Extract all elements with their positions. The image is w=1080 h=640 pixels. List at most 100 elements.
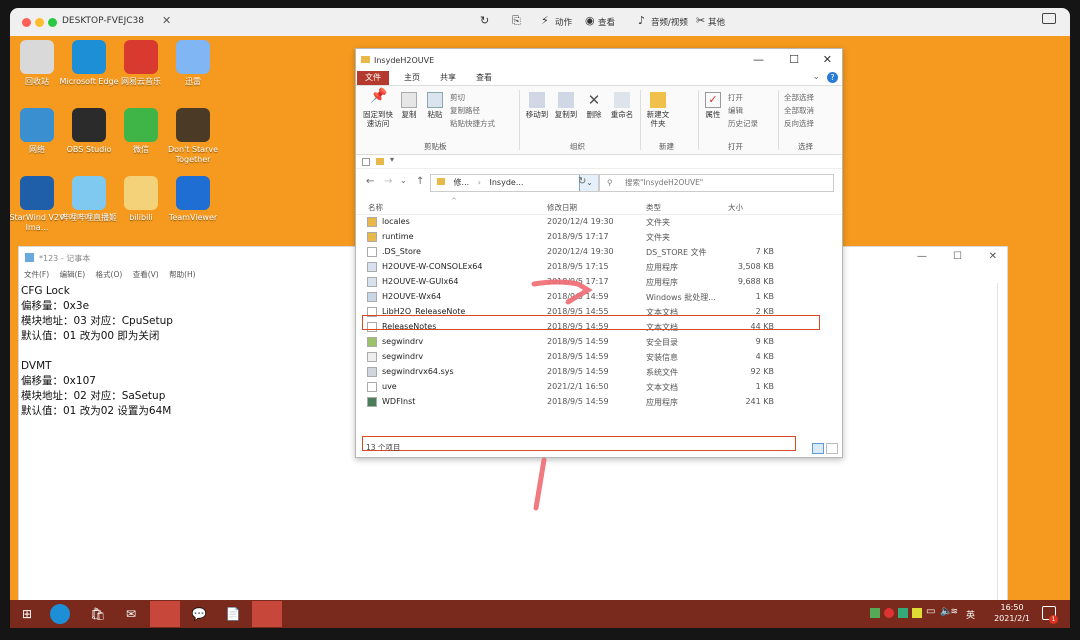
ribbon-collapse-icon[interactable]: ⌄ (812, 72, 820, 82)
copy-button[interactable]: 复制 (398, 92, 420, 119)
session-close-icon[interactable]: ✕ (162, 14, 171, 27)
other-menu[interactable]: 其他 (708, 16, 725, 28)
refresh-icon[interactable]: ↻ (578, 176, 586, 187)
menu-format[interactable]: 格式(O) (96, 270, 123, 279)
close-dot[interactable] (22, 18, 31, 27)
netease-tray-icon[interactable] (884, 608, 894, 618)
wifi-icon[interactable]: ≋ (950, 607, 958, 617)
desktop-icon[interactable]: 微信 (111, 108, 171, 155)
move-to-button[interactable]: 移动到 (523, 92, 551, 119)
file-row[interactable]: segwindrvx64.sys 2018/9/5 14:59 系统文件 92 KB (356, 365, 842, 380)
column-name[interactable]: 名称 (368, 202, 383, 213)
desktop-icon[interactable]: Microsoft Edge (59, 40, 119, 87)
maximize-icon[interactable]: ☐ (789, 53, 799, 66)
column-size[interactable]: 大小 (728, 202, 743, 213)
wechat-tray-icon[interactable] (898, 608, 908, 618)
file-row[interactable]: H2OUVE-W-GUIx64 2018/9/5 17:17 应用程序 9,688 K… (356, 275, 842, 290)
close-icon[interactable]: ✕ (823, 53, 832, 66)
store-icon[interactable]: 🛍 (85, 603, 111, 625)
search-input[interactable]: ⚲ 搜索"InsydeH2OUVE" (598, 174, 834, 192)
up-icon[interactable]: ↑ (416, 176, 424, 187)
select-none-button[interactable]: 全部取消 (784, 105, 814, 116)
minimize-icon[interactable]: — (917, 251, 927, 262)
paste-button[interactable]: 粘贴 (424, 92, 446, 119)
tiles-view-icon[interactable] (826, 443, 838, 454)
tab-home[interactable]: 主页 (396, 71, 428, 85)
recent-dropdown-icon[interactable]: ⌄ (400, 176, 407, 185)
minimize-icon[interactable]: — (753, 53, 764, 66)
desktop-icon[interactable]: 网络 (7, 108, 67, 155)
history-button[interactable]: 历史记录 (728, 118, 758, 129)
breadcrumb-parent[interactable]: 修... (454, 178, 470, 187)
file-row[interactable]: runtime 2018/9/5 17:17 文件夹 (356, 230, 842, 245)
desktop-icon[interactable]: TeamViewer (163, 176, 223, 223)
breadcrumb-current[interactable]: Insyde... (489, 178, 523, 187)
desktop-icon[interactable]: 迅雷 (163, 40, 223, 87)
help-icon[interactable]: ? (827, 72, 838, 83)
actions-menu[interactable]: 动作 (555, 16, 572, 28)
file-row[interactable]: H2OUVE-W-CONSOLEx64 2018/9/5 17:15 应用程序 3,5… (356, 260, 842, 275)
tab-share[interactable]: 共享 (432, 71, 464, 85)
view-toggle[interactable] (812, 443, 838, 454)
tab-file[interactable]: 文件 (357, 71, 389, 85)
desktop-icon[interactable]: 网易云音乐 (111, 40, 171, 87)
file-row[interactable]: locales 2020/12/4 19:30 文件夹 (356, 215, 842, 230)
details-view-icon[interactable] (812, 443, 824, 454)
select-all-button[interactable]: 全部选择 (784, 92, 814, 103)
clock[interactable]: 16:50 2021/2/1 (994, 602, 1030, 624)
start-windows-icon[interactable]: ⊞ (14, 603, 40, 625)
nvidia-icon[interactable] (870, 608, 880, 618)
properties-button[interactable]: ✓ 属性 (702, 92, 724, 119)
menu-edit[interactable]: 编辑(E) (60, 270, 86, 279)
edge-taskbar-icon[interactable] (50, 604, 70, 624)
desktop-icon[interactable]: OBS Studio (59, 108, 119, 155)
maximize-icon[interactable]: ☐ (953, 251, 962, 262)
vertical-scrollbar[interactable] (997, 283, 1007, 601)
refresh-icon[interactable]: ↻ (480, 14, 489, 27)
minimize-dot[interactable] (35, 18, 44, 27)
zoom-dot[interactable] (48, 18, 57, 27)
shield-tray-icon[interactable] (912, 608, 922, 618)
new-folder-button[interactable]: 新建文件夹 (644, 92, 672, 128)
audio-video-menu[interactable]: 音频/视频 (651, 16, 688, 28)
column-type[interactable]: 类型 (646, 202, 661, 213)
network-tray-icon[interactable]: ▭ (926, 606, 935, 617)
mail-icon[interactable]: ✉ (118, 603, 144, 625)
rename-button[interactable]: 重命名 (608, 92, 636, 119)
desktop-icon[interactable]: Don't Starve Together (163, 108, 223, 165)
wechat-taskbar-icon[interactable]: 💬 (186, 603, 212, 625)
forward-icon[interactable]: → (384, 176, 392, 187)
explorer-titlebar[interactable]: InsydeH2OUVE — ☐ ✕ (356, 49, 842, 71)
checkbox-icon[interactable] (362, 158, 370, 166)
teamviewer-taskbar-icon[interactable] (150, 601, 180, 627)
close-icon[interactable]: ✕ (989, 251, 997, 262)
menu-view[interactable]: 查看(V) (133, 270, 159, 279)
desktop-icon[interactable]: 回收站 (7, 40, 67, 87)
column-date[interactable]: 修改日期 (547, 202, 577, 213)
desktop-icon[interactable]: bilibili (111, 176, 171, 223)
file-row[interactable]: uve 2021/2/1 16:50 文本文档 1 KB (356, 380, 842, 395)
file-row[interactable]: WDFInst 2018/9/5 14:59 应用程序 241 KB (356, 395, 842, 410)
cut-button[interactable]: 剪切 (450, 92, 465, 103)
input-language[interactable]: 英 (966, 608, 975, 621)
edit-button[interactable]: 编辑 (728, 105, 743, 116)
delete-button[interactable]: ✕ 删除 (583, 92, 605, 119)
desktop-icon[interactable]: StarWind V2V Ima... (7, 176, 67, 233)
menu-file[interactable]: 文件(F) (24, 270, 49, 279)
notepad-taskbar-icon[interactable]: 📄 (220, 603, 246, 625)
fullscreen-icon[interactable] (1042, 13, 1056, 24)
copy-to-button[interactable]: 复制到 (552, 92, 580, 119)
copy-path-button[interactable]: 复制路径 (450, 105, 480, 116)
menu-help[interactable]: 帮助(H) (169, 270, 196, 279)
file-row[interactable]: .DS_Store 2020/12/4 19:30 DS_STORE 文件 7 KB (356, 245, 842, 260)
file-row[interactable]: segwindrv 2018/9/5 14:59 安装信息 4 KB (356, 350, 842, 365)
address-bar[interactable]: 修... › Insyde... ⌄ (430, 174, 600, 192)
view-menu[interactable]: 查看 (598, 16, 615, 28)
paste-shortcut-button[interactable]: 粘贴快捷方式 (450, 118, 495, 129)
invert-selection-button[interactable]: 反向选择 (784, 118, 814, 129)
dropdown-icon[interactable]: ▾ (390, 155, 394, 164)
clipboard-icon[interactable]: ⎘ (512, 14, 521, 28)
pin-quick-access-button[interactable]: 📌 固定到快速访问 (360, 89, 396, 128)
open-button[interactable]: 打开 (728, 92, 743, 103)
desktop-icon[interactable]: 哔哩哔哩直播姬 (59, 176, 119, 223)
